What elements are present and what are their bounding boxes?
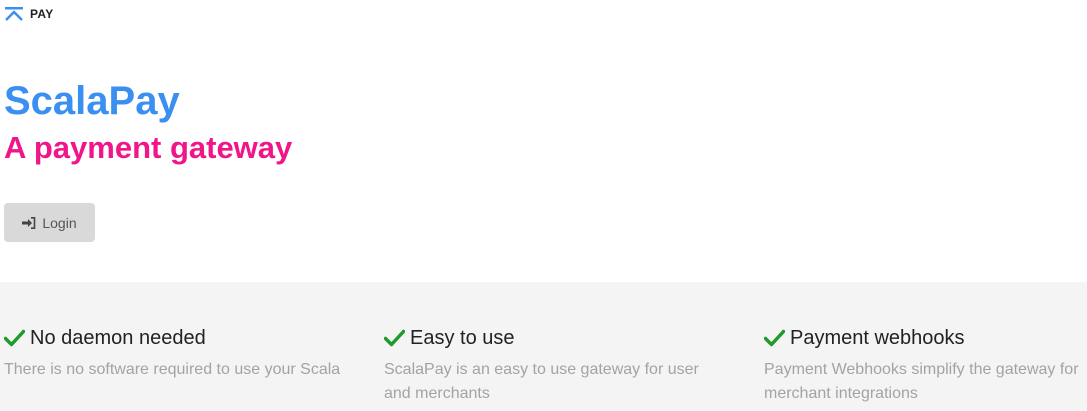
check-icon xyxy=(4,329,25,347)
login-label: Login xyxy=(42,214,77,231)
check-icon xyxy=(764,329,785,347)
feature-description: Payment Webhooks simplify the gateway fo… xyxy=(764,361,1079,402)
feature-description: There is no software required to use you… xyxy=(4,361,341,378)
check-icon xyxy=(384,329,405,347)
feature-payment-webhooks: Payment webhooks Payment Webhooks simpli… xyxy=(764,326,1087,406)
feature-easy-to-use: Easy to use ScalaPay is an easy to use g… xyxy=(384,326,724,406)
header-logo[interactable]: PAY xyxy=(4,4,54,24)
login-button[interactable]: Login xyxy=(4,203,95,242)
feature-no-daemon: No daemon needed There is no software re… xyxy=(4,326,344,382)
sign-in-icon xyxy=(22,216,36,229)
features-section: No daemon needed There is no software re… xyxy=(0,282,1087,411)
logo-text: PAY xyxy=(30,7,54,21)
feature-title: Easy to use xyxy=(410,327,515,349)
scala-logo-icon xyxy=(5,7,23,21)
feature-title: No daemon needed xyxy=(30,327,206,349)
feature-description: ScalaPay is an easy to use gateway for u… xyxy=(384,361,699,402)
hero-section: ScalaPay A payment gateway xyxy=(4,78,292,166)
page-subtitle: A payment gateway xyxy=(4,130,293,165)
feature-title: Payment webhooks xyxy=(790,327,965,349)
page-title: ScalaPay xyxy=(4,79,180,123)
